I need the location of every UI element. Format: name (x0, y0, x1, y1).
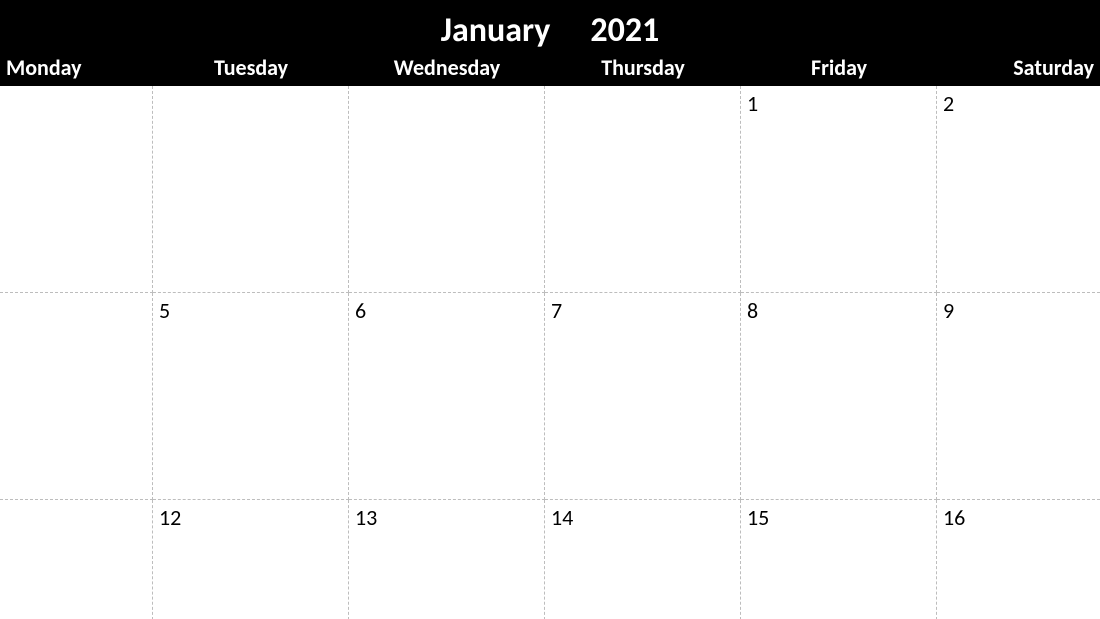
day-number: 12 (159, 504, 181, 531)
calendar-cell[interactable]: 15 (741, 500, 937, 619)
day-of-week-row: Monday Tuesday Wednesday Thursday Friday… (0, 48, 1100, 86)
day-number: 9 (943, 297, 954, 324)
calendar-cell[interactable]: 13 (349, 500, 545, 619)
calendar-cell[interactable]: 16 (937, 500, 1100, 619)
calendar-cell[interactable]: 7 (545, 293, 741, 500)
calendar-cell[interactable]: 1 (741, 86, 937, 293)
dow-friday: Friday (741, 54, 937, 81)
dow-wednesday: Wednesday (349, 54, 545, 81)
day-number: 13 (355, 504, 377, 531)
calendar-cell[interactable] (0, 293, 153, 500)
day-number: 8 (747, 297, 758, 324)
day-number: 16 (943, 504, 965, 531)
calendar-cell[interactable]: 6 (349, 293, 545, 500)
calendar-year: 2021 (590, 14, 659, 48)
day-number: 14 (551, 504, 573, 531)
calendar-cell[interactable] (0, 500, 153, 619)
day-number: 1 (747, 90, 758, 117)
calendar-cell[interactable]: 14 (545, 500, 741, 619)
day-number: 2 (943, 90, 954, 117)
calendar-cell[interactable] (0, 86, 153, 293)
day-number: 5 (159, 297, 170, 324)
dow-monday: Monday (0, 54, 153, 81)
calendar-title: January 2021 (0, 0, 1100, 48)
calendar-cell[interactable] (349, 86, 545, 293)
day-number: 7 (551, 297, 562, 324)
calendar-cell[interactable] (545, 86, 741, 293)
calendar-week-3: 12 13 14 15 16 (0, 500, 1100, 619)
dow-tuesday: Tuesday (153, 54, 349, 81)
day-number: 15 (747, 504, 769, 531)
dow-thursday: Thursday (545, 54, 741, 81)
calendar-month: January (441, 14, 551, 48)
calendar-cell[interactable]: 5 (153, 293, 349, 500)
calendar-header: January 2021 Monday Tuesday Wednesday Th… (0, 0, 1100, 86)
calendar-cell[interactable]: 9 (937, 293, 1100, 500)
calendar-cell[interactable]: 8 (741, 293, 937, 500)
calendar-cell[interactable] (153, 86, 349, 293)
dow-saturday: Saturday (937, 54, 1100, 81)
calendar-week-1: 1 2 (0, 86, 1100, 293)
calendar-cell[interactable]: 12 (153, 500, 349, 619)
calendar-week-2: 5 6 7 8 9 (0, 293, 1100, 500)
calendar-cell[interactable]: 2 (937, 86, 1100, 293)
day-number: 6 (355, 297, 366, 324)
